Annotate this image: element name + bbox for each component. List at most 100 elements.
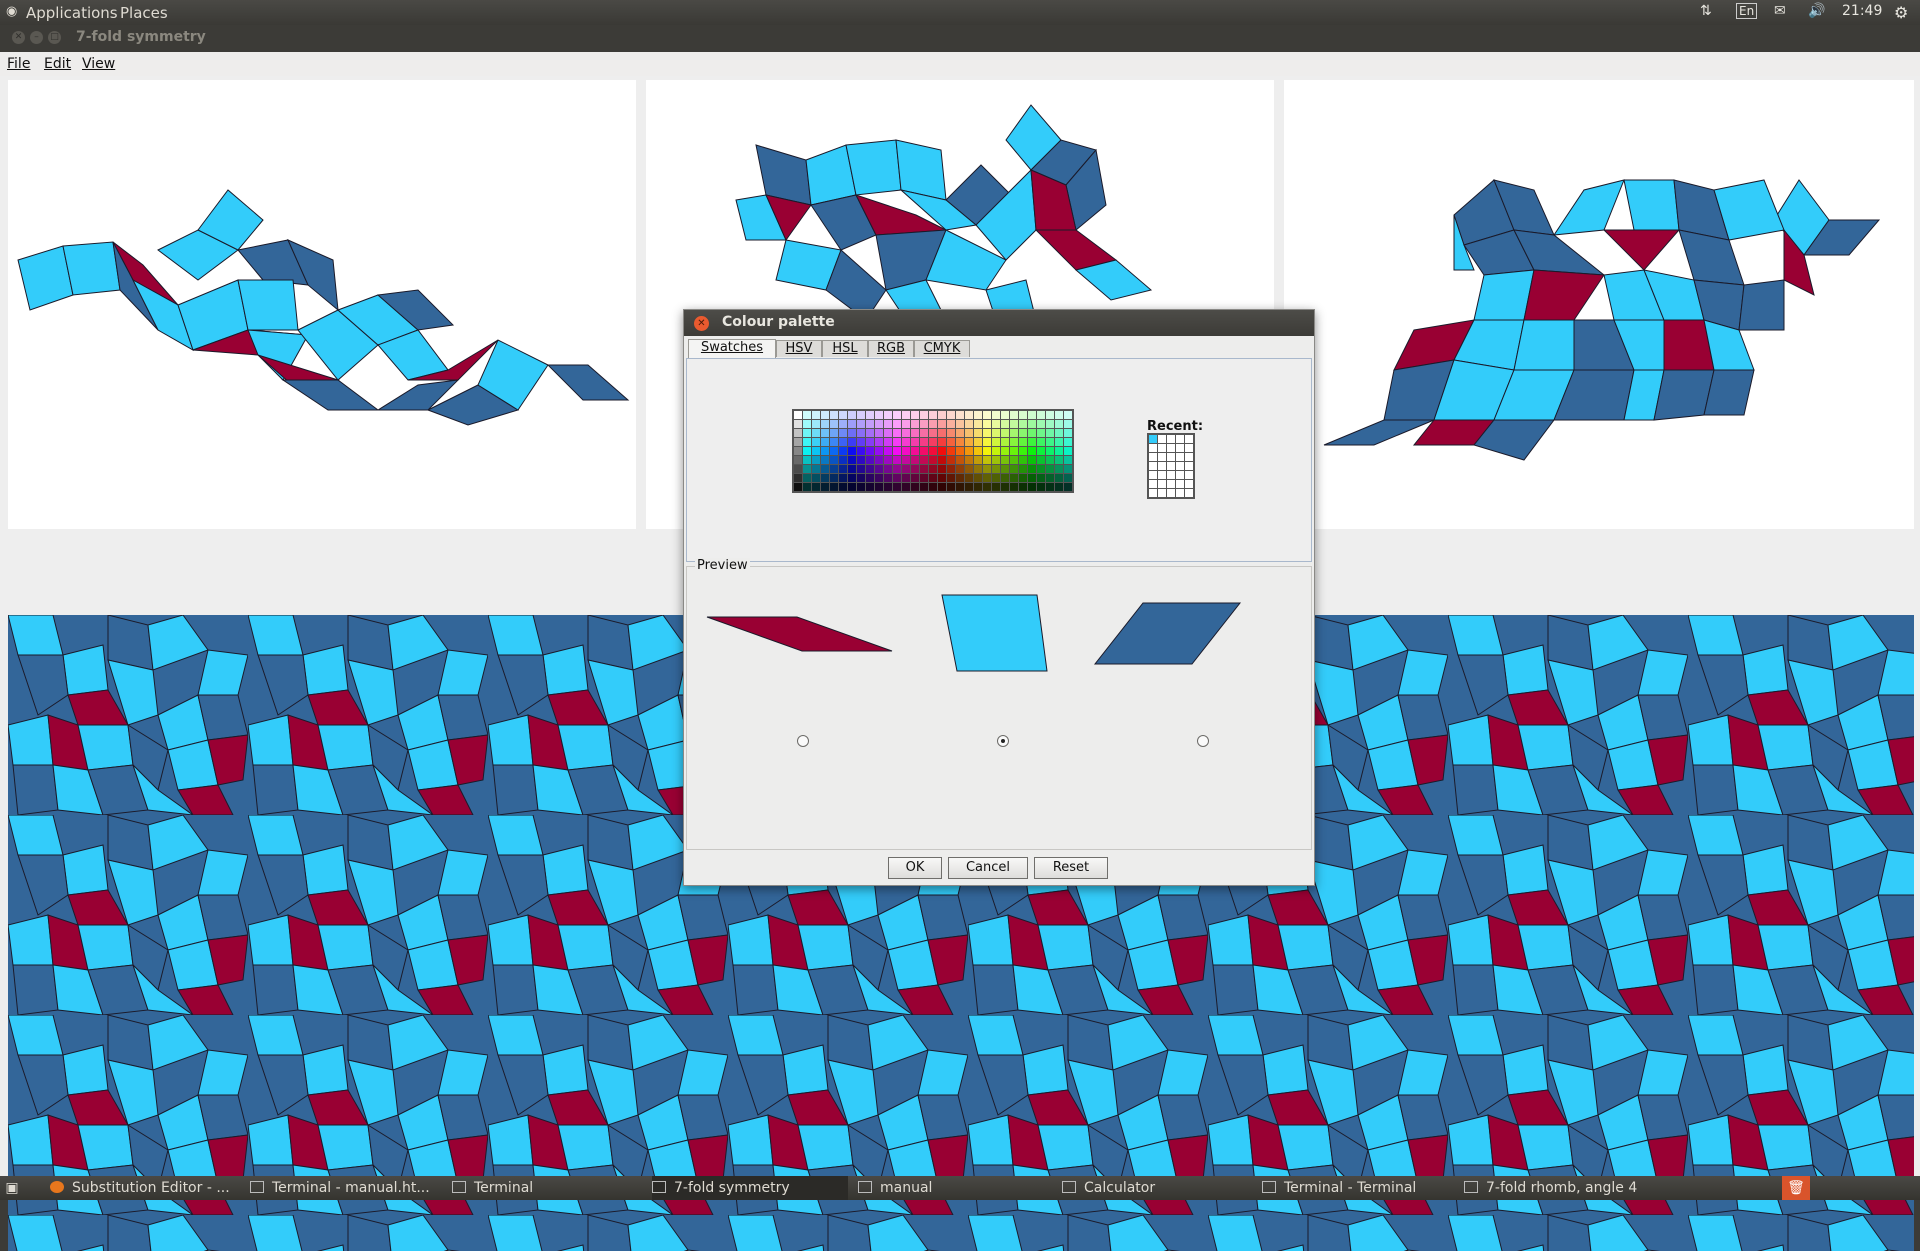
recent-swatch[interactable]: [1167, 480, 1175, 488]
color-swatch[interactable]: [857, 438, 865, 446]
color-swatch[interactable]: [974, 456, 982, 464]
color-swatch[interactable]: [803, 483, 811, 491]
color-swatch[interactable]: [875, 429, 883, 437]
recent-swatch[interactable]: [1167, 444, 1175, 452]
color-swatch[interactable]: [1010, 420, 1018, 428]
color-swatch[interactable]: [884, 465, 892, 473]
color-swatch[interactable]: [902, 447, 910, 455]
color-swatch[interactable]: [821, 429, 829, 437]
color-swatch[interactable]: [974, 411, 982, 419]
color-swatch[interactable]: [839, 474, 847, 482]
recent-swatch[interactable]: [1149, 453, 1157, 461]
recent-swatch[interactable]: [1158, 462, 1166, 470]
recent-swatch[interactable]: [1176, 462, 1184, 470]
color-swatch[interactable]: [893, 465, 901, 473]
color-swatch[interactable]: [992, 447, 1000, 455]
color-swatch[interactable]: [866, 447, 874, 455]
color-swatch[interactable]: [920, 456, 928, 464]
color-swatch[interactable]: [920, 420, 928, 428]
color-swatch[interactable]: [1064, 429, 1072, 437]
color-swatch[interactable]: [929, 447, 937, 455]
color-swatch[interactable]: [902, 456, 910, 464]
color-swatch[interactable]: [848, 438, 856, 446]
color-swatch[interactable]: [794, 429, 802, 437]
color-swatch[interactable]: [1046, 483, 1054, 491]
color-swatch[interactable]: [866, 429, 874, 437]
color-swatch[interactable]: [956, 420, 964, 428]
color-swatch[interactable]: [821, 474, 829, 482]
color-swatch[interactable]: [1064, 420, 1072, 428]
task-terminal-manual[interactable]: Terminal - manual.ht...: [250, 1176, 440, 1200]
color-swatch[interactable]: [920, 483, 928, 491]
color-swatch[interactable]: [956, 447, 964, 455]
color-swatch[interactable]: [1001, 456, 1009, 464]
recent-swatch[interactable]: [1185, 462, 1193, 470]
color-swatch[interactable]: [821, 483, 829, 491]
recent-swatch[interactable]: [1185, 489, 1193, 497]
color-swatch[interactable]: [1046, 411, 1054, 419]
recent-swatch[interactable]: [1176, 471, 1184, 479]
color-swatch[interactable]: [1037, 429, 1045, 437]
color-swatch[interactable]: [848, 429, 856, 437]
recent-swatch[interactable]: [1176, 435, 1184, 443]
preview-radio-3[interactable]: [1197, 735, 1209, 747]
color-swatch[interactable]: [1028, 456, 1036, 464]
trash-icon[interactable]: 🗑: [1782, 1176, 1810, 1200]
color-swatch[interactable]: [884, 411, 892, 419]
color-swatch[interactable]: [866, 411, 874, 419]
color-swatch[interactable]: [866, 438, 874, 446]
color-swatch[interactable]: [884, 474, 892, 482]
color-swatch[interactable]: [947, 465, 955, 473]
color-swatch[interactable]: [803, 429, 811, 437]
color-swatch[interactable]: [938, 447, 946, 455]
color-swatch[interactable]: [902, 438, 910, 446]
color-swatch[interactable]: [839, 429, 847, 437]
tile-panel-1[interactable]: [8, 80, 636, 529]
preview-radio-2[interactable]: [997, 735, 1009, 747]
color-swatch[interactable]: [956, 456, 964, 464]
swatch-grid[interactable]: [792, 409, 1074, 493]
color-swatch[interactable]: [794, 438, 802, 446]
color-swatch[interactable]: [857, 429, 865, 437]
task-terminal-terminal[interactable]: Terminal - Terminal: [1262, 1176, 1452, 1200]
color-swatch[interactable]: [830, 438, 838, 446]
color-swatch[interactable]: [965, 420, 973, 428]
color-swatch[interactable]: [866, 483, 874, 491]
color-swatch[interactable]: [947, 456, 955, 464]
color-swatch[interactable]: [1019, 474, 1027, 482]
session-gear-icon[interactable]: ⚙: [1894, 3, 1908, 22]
color-swatch[interactable]: [803, 438, 811, 446]
clock[interactable]: 21:49: [1842, 3, 1882, 19]
applications-menu[interactable]: Applications: [26, 4, 118, 22]
color-swatch[interactable]: [992, 456, 1000, 464]
color-swatch[interactable]: [1019, 411, 1027, 419]
color-swatch[interactable]: [866, 420, 874, 428]
color-swatch[interactable]: [875, 456, 883, 464]
color-swatch[interactable]: [803, 420, 811, 428]
color-swatch[interactable]: [911, 465, 919, 473]
color-swatch[interactable]: [983, 438, 991, 446]
color-swatch[interactable]: [1019, 438, 1027, 446]
color-swatch[interactable]: [911, 429, 919, 437]
recent-swatch[interactable]: [1158, 444, 1166, 452]
color-swatch[interactable]: [911, 474, 919, 482]
color-swatch[interactable]: [839, 456, 847, 464]
color-swatch[interactable]: [1046, 465, 1054, 473]
mail-icon[interactable]: ✉: [1774, 3, 1786, 19]
recent-swatch[interactable]: [1149, 444, 1157, 452]
color-swatch[interactable]: [857, 483, 865, 491]
color-swatch[interactable]: [812, 465, 820, 473]
tab-hsl[interactable]: HSL: [822, 340, 868, 357]
color-swatch[interactable]: [947, 429, 955, 437]
color-swatch[interactable]: [848, 483, 856, 491]
color-swatch[interactable]: [938, 474, 946, 482]
color-swatch[interactable]: [884, 438, 892, 446]
color-swatch[interactable]: [974, 420, 982, 428]
color-swatch[interactable]: [938, 411, 946, 419]
color-swatch[interactable]: [992, 474, 1000, 482]
color-swatch[interactable]: [848, 474, 856, 482]
recent-swatch[interactable]: [1149, 435, 1157, 443]
color-swatch[interactable]: [1028, 411, 1036, 419]
color-swatch[interactable]: [1001, 483, 1009, 491]
window-maximize-icon[interactable]: □: [48, 31, 61, 44]
